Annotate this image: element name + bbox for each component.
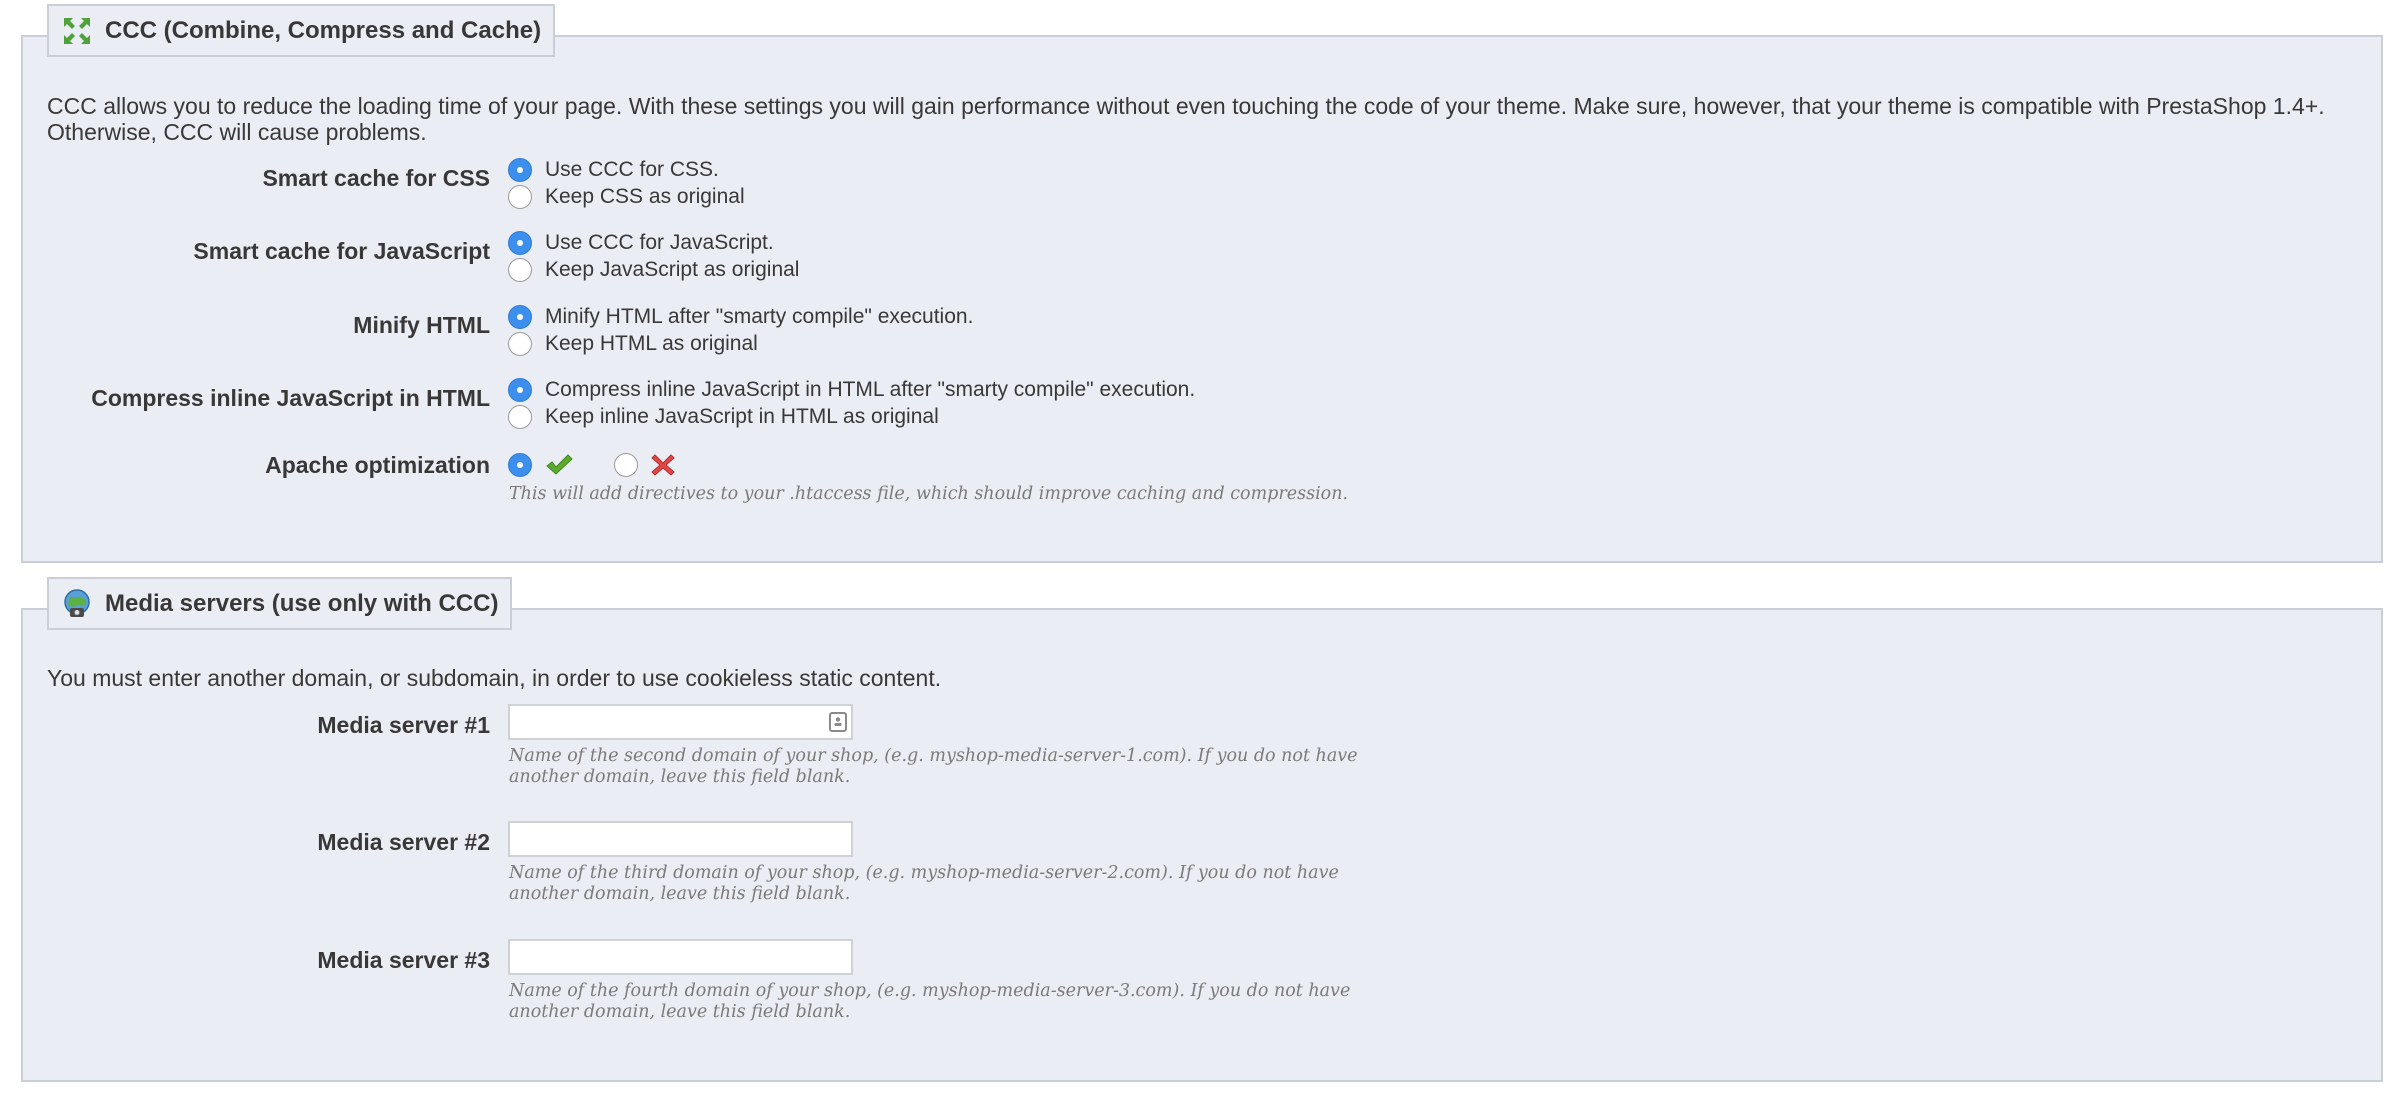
radio-selected[interactable]	[508, 305, 532, 329]
option-keep-css[interactable]: Keep CSS as original	[508, 184, 745, 210]
radio-unselected[interactable]	[508, 332, 532, 356]
media-servers-fieldset: Media servers (use only with CCC) You mu…	[21, 577, 2383, 1082]
option-label: Keep inline JavaScript in HTML as origin…	[545, 405, 939, 428]
media-server-1-hint-line2: another domain, leave this field blank.	[509, 767, 851, 787]
radio-unselected[interactable]	[614, 453, 638, 477]
option-apache-no[interactable]	[614, 452, 675, 478]
option-label: Use CCC for CSS.	[545, 158, 719, 181]
field-label: Media server #3	[317, 947, 490, 973]
media-server-icon	[64, 588, 90, 617]
media-server-2-hint-line2: another domain, leave this field blank.	[509, 884, 851, 904]
option-label: Minify HTML after "smarty compile" execu…	[545, 305, 974, 328]
option-label: Keep JavaScript as original	[545, 258, 800, 281]
media-server-3-hint-line1: Name of the fourth domain of your shop, …	[509, 981, 1351, 1001]
radio-unselected[interactable]	[508, 185, 532, 209]
radio-selected[interactable]	[508, 453, 532, 477]
ccc-legend-title: CCC (Combine, Compress and Cache)	[105, 16, 542, 44]
option-use-ccc-css[interactable]: Use CCC for CSS.	[508, 157, 719, 183]
option-label: Compress inline JavaScript in HTML after…	[545, 378, 1196, 401]
media-legend-title: Media servers (use only with CCC)	[105, 589, 499, 617]
field-label: Media server #2	[317, 829, 490, 855]
option-minify-html[interactable]: Minify HTML after "smarty compile" execu…	[508, 304, 973, 330]
option-label: Keep HTML as original	[545, 332, 758, 355]
media-server-2-input[interactable]	[508, 821, 853, 857]
cross-icon	[651, 454, 675, 476]
radio-unselected[interactable]	[508, 258, 532, 282]
media-server-1-hint-line1: Name of the second domain of your shop, …	[509, 746, 1358, 766]
option-use-ccc-js[interactable]: Use CCC for JavaScript.	[508, 230, 774, 256]
radio-selected[interactable]	[508, 231, 532, 255]
setting-label: Compress inline JavaScript in HTML	[91, 385, 490, 411]
compress-arrows-icon	[64, 17, 90, 44]
field-label: Media server #1	[317, 712, 490, 738]
media-server-3-hint-line2: another domain, leave this field blank.	[509, 1002, 851, 1022]
option-keep-js[interactable]: Keep JavaScript as original	[508, 257, 799, 283]
setting-label: Smart cache for CSS	[262, 165, 490, 191]
media-legend: Media servers (use only with CCC)	[47, 577, 513, 630]
ccc-intro-text: CCC allows you to reduce the loading tim…	[47, 93, 2325, 145]
radio-selected[interactable]	[508, 158, 532, 182]
option-label: Keep CSS as original	[545, 185, 745, 208]
apache-hint: This will add directives to your .htacce…	[509, 484, 1349, 504]
media-server-1-input[interactable]	[508, 704, 853, 740]
option-apache-yes[interactable]	[508, 452, 573, 478]
setting-label: Smart cache for JavaScript	[193, 238, 490, 264]
media-server-2-hint-line1: Name of the third domain of your shop, (…	[509, 863, 1339, 883]
ccc-legend: CCC (Combine, Compress and Cache)	[47, 4, 556, 57]
contact-card-icon[interactable]	[829, 712, 847, 732]
media-intro-text: You must enter another domain, or subdom…	[47, 665, 942, 691]
option-keep-html[interactable]: Keep HTML as original	[508, 331, 758, 357]
radio-selected[interactable]	[508, 378, 532, 402]
option-compress-inline-js[interactable]: Compress inline JavaScript in HTML after…	[508, 377, 1195, 403]
ccc-fieldset: CCC (Combine, Compress and Cache) CCC al…	[21, 4, 2383, 563]
media-server-3-input[interactable]	[508, 939, 853, 975]
option-keep-inline-js[interactable]: Keep inline JavaScript in HTML as origin…	[508, 404, 939, 430]
check-icon	[546, 454, 573, 475]
radio-unselected[interactable]	[508, 405, 532, 429]
setting-label: Apache optimization	[265, 452, 490, 478]
option-label: Use CCC for JavaScript.	[545, 231, 774, 254]
setting-label: Minify HTML	[353, 312, 490, 338]
